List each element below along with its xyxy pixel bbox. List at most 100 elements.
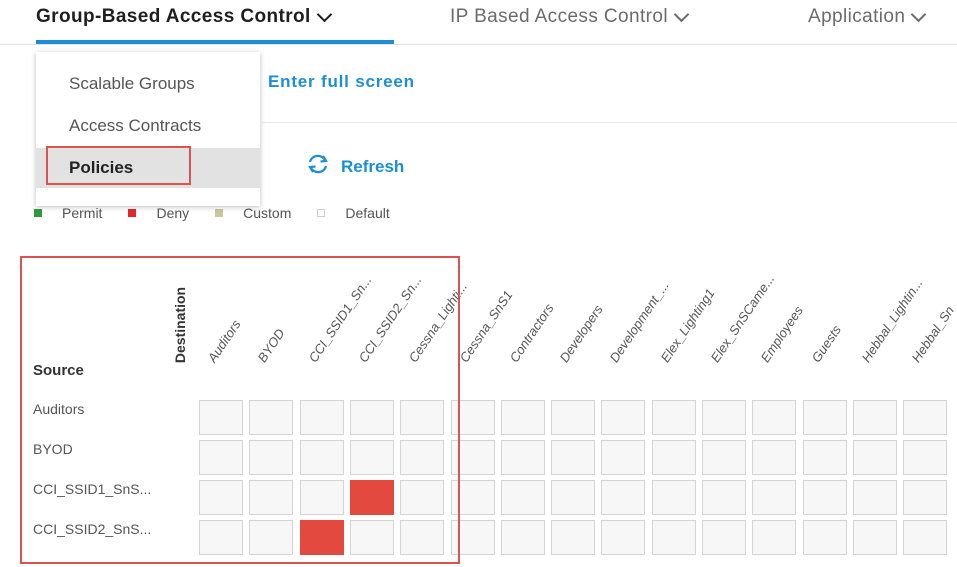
matrix-cell-default[interactable] bbox=[451, 440, 495, 475]
matrix-cell-default[interactable] bbox=[601, 400, 645, 435]
matrix-cell-deny[interactable] bbox=[300, 520, 344, 555]
matrix-cell-default[interactable] bbox=[853, 400, 897, 435]
legend-label: Default bbox=[345, 205, 390, 221]
chevron-down-icon bbox=[316, 6, 332, 22]
permit-swatch bbox=[34, 209, 42, 217]
legend-item-deny: Deny bbox=[128, 205, 189, 221]
column-header-label: Auditors bbox=[204, 317, 244, 365]
destination-axis-label: Destination bbox=[172, 286, 188, 364]
tab-application[interactable]: Application bbox=[808, 6, 927, 28]
active-tab-indicator bbox=[36, 40, 394, 44]
matrix-cell-default[interactable] bbox=[652, 520, 696, 555]
matrix-cell-default[interactable] bbox=[501, 400, 545, 435]
matrix-cell-default[interactable] bbox=[903, 520, 947, 555]
matrix-cell-default[interactable] bbox=[601, 480, 645, 515]
matrix-cell-default[interactable] bbox=[350, 400, 394, 435]
matrix-cell-default[interactable] bbox=[702, 480, 746, 515]
matrix-cell-default[interactable] bbox=[702, 440, 746, 475]
matrix-cell-default[interactable] bbox=[199, 480, 243, 515]
matrix-cell-default[interactable] bbox=[400, 440, 444, 475]
legend: Permit Deny Custom Default bbox=[34, 205, 416, 221]
row-header: CCI_SSID1_SnS... bbox=[33, 481, 152, 497]
matrix-cell-default[interactable] bbox=[300, 480, 344, 515]
matrix-cell-default[interactable] bbox=[501, 440, 545, 475]
menu-item-access-contracts[interactable]: Access Contracts bbox=[36, 106, 260, 146]
matrix-cell-default[interactable] bbox=[652, 480, 696, 515]
matrix-cell-default[interactable] bbox=[551, 520, 595, 555]
matrix-cell-default[interactable] bbox=[400, 480, 444, 515]
matrix-cell-default[interactable] bbox=[451, 480, 495, 515]
column-header-label: Contractors bbox=[506, 300, 557, 365]
matrix-cell-default[interactable] bbox=[350, 520, 394, 555]
matrix-cell-default[interactable] bbox=[451, 520, 495, 555]
matrix-cell-default[interactable] bbox=[903, 440, 947, 475]
top-navigation: Group-Based Access Control IP Based Acce… bbox=[0, 0, 957, 45]
matrix-cell-default[interactable] bbox=[702, 400, 746, 435]
chevron-down-icon bbox=[911, 6, 927, 22]
legend-label: Permit bbox=[62, 205, 103, 221]
matrix-cell-default[interactable] bbox=[803, 400, 847, 435]
matrix-cell-default[interactable] bbox=[551, 400, 595, 435]
default-swatch bbox=[317, 209, 326, 217]
matrix-cell-default[interactable] bbox=[803, 440, 847, 475]
matrix-cell-default[interactable] bbox=[501, 480, 545, 515]
matrix-cell-default[interactable] bbox=[501, 520, 545, 555]
matrix-cell-default[interactable] bbox=[652, 400, 696, 435]
legend-item-permit: Permit bbox=[34, 205, 102, 221]
menu-item-scalable-groups[interactable]: Scalable Groups bbox=[36, 64, 260, 104]
matrix-cell-default[interactable] bbox=[652, 440, 696, 475]
matrix-cell-default[interactable] bbox=[803, 480, 847, 515]
matrix-cell-default[interactable] bbox=[350, 440, 394, 475]
legend-label: Deny bbox=[156, 205, 190, 221]
column-header-label: Developers bbox=[556, 302, 606, 365]
matrix-cell-default[interactable] bbox=[300, 440, 344, 475]
menu-item-policies[interactable]: Policies bbox=[36, 148, 260, 188]
matrix-cell-default[interactable] bbox=[249, 480, 293, 515]
matrix-cell-default[interactable] bbox=[300, 400, 344, 435]
matrix-cell-default[interactable] bbox=[199, 400, 243, 435]
custom-swatch bbox=[215, 209, 224, 217]
matrix-cell-default[interactable] bbox=[853, 520, 897, 555]
matrix-cell-default[interactable] bbox=[752, 520, 796, 555]
matrix-cell-default[interactable] bbox=[400, 400, 444, 435]
tab-group-based-access-control[interactable]: Group-Based Access Control bbox=[36, 6, 332, 28]
refresh-icon bbox=[305, 153, 331, 180]
row-header: CCI_SSID2_SnS... bbox=[33, 521, 152, 537]
column-header-label: Employees bbox=[757, 303, 807, 365]
matrix-cell-default[interactable] bbox=[551, 440, 595, 475]
column-header-label: Guests bbox=[808, 322, 844, 365]
matrix-cell-default[interactable] bbox=[702, 520, 746, 555]
matrix-cell-default[interactable] bbox=[903, 480, 947, 515]
matrix-cell-default[interactable] bbox=[752, 480, 796, 515]
row-header: Auditors bbox=[33, 401, 85, 417]
matrix-cell-default[interactable] bbox=[853, 440, 897, 475]
matrix-cell-default[interactable] bbox=[903, 400, 947, 435]
column-header-label: Hebbal_Sn bbox=[908, 303, 957, 365]
matrix-cell-default[interactable] bbox=[249, 440, 293, 475]
matrix-cell-default[interactable] bbox=[601, 520, 645, 555]
matrix-cell-default[interactable] bbox=[249, 400, 293, 435]
matrix-cell-default[interactable] bbox=[752, 440, 796, 475]
refresh-button[interactable]: Refresh bbox=[305, 153, 404, 180]
matrix-cell-default[interactable] bbox=[803, 520, 847, 555]
matrix-cell-default[interactable] bbox=[601, 440, 645, 475]
matrix-cell-default[interactable] bbox=[199, 440, 243, 475]
matrix-cell-default[interactable] bbox=[752, 400, 796, 435]
legend-item-custom: Custom bbox=[215, 205, 291, 221]
matrix-cell-deny[interactable] bbox=[350, 480, 394, 515]
matrix-cell-default[interactable] bbox=[451, 400, 495, 435]
divider bbox=[262, 122, 957, 123]
column-header-label: Cessna_SnS1 bbox=[456, 287, 515, 365]
tab-ip-based-access-control[interactable]: IP Based Access Control bbox=[450, 6, 690, 28]
legend-label: Custom bbox=[243, 205, 292, 221]
enter-full-screen-link[interactable]: Enter full screen bbox=[268, 72, 415, 92]
tab-label: Application bbox=[808, 6, 906, 27]
matrix-cell-default[interactable] bbox=[551, 480, 595, 515]
refresh-label: Refresh bbox=[341, 156, 405, 176]
matrix-cell-default[interactable] bbox=[249, 520, 293, 555]
chevron-down-icon bbox=[673, 6, 690, 22]
source-axis-label: Source bbox=[33, 362, 84, 379]
matrix-cell-default[interactable] bbox=[853, 480, 897, 515]
matrix-cell-default[interactable] bbox=[400, 520, 444, 555]
matrix-cell-default[interactable] bbox=[199, 520, 243, 555]
